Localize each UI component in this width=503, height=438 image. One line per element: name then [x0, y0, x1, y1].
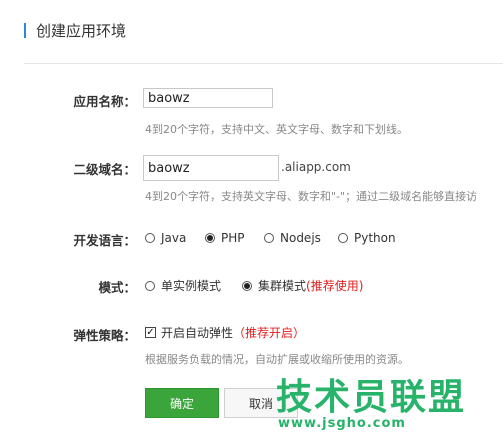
recommend-note: (推荐使用) — [306, 279, 364, 293]
watermark-title: 技术员联盟 — [276, 377, 467, 418]
radio-icon — [264, 233, 274, 243]
recommend-note: （推荐开启） — [233, 326, 306, 340]
language-label: 开发语言： — [73, 233, 136, 248]
radio-icon — [145, 280, 155, 291]
page-title: 创建应用环境 — [36, 22, 127, 40]
language-option-php[interactable]: PHP — [205, 231, 245, 245]
header-divider — [24, 63, 503, 64]
confirm-button[interactable]: 确定 — [145, 388, 219, 418]
title-accent-bar — [24, 23, 26, 38]
checkbox-checked-icon: ✓ — [145, 326, 156, 338]
mode-option-cluster[interactable]: 集群模式 (推荐使用) — [242, 277, 363, 294]
page-header: 创建应用环境 — [0, 0, 503, 64]
language-option-python[interactable]: Python — [338, 231, 396, 245]
elastic-hint: 根据服务负载的情况，自动扩展或收缩所使用的资源。 — [145, 353, 409, 366]
mode-label: 模式： — [98, 280, 136, 295]
radio-icon — [145, 233, 155, 243]
subdomain-hint: 4到20个字符，支持英文字母、数字和"-"；通过二级域名能够直接访 — [145, 190, 478, 203]
radio-selected-icon — [242, 280, 252, 291]
watermark: 技术员联盟 www.jsgho.com — [276, 366, 503, 438]
app-name-label: 应用名称： — [73, 94, 136, 109]
radio-selected-icon — [205, 233, 215, 243]
mode-option-single[interactable]: 单实例模式 — [145, 277, 221, 294]
radio-icon — [338, 233, 348, 243]
elastic-label: 弹性策略： — [73, 328, 136, 343]
subdomain-label: 二级域名： — [73, 162, 136, 177]
subdomain-suffix: .aliapp.com — [281, 160, 351, 174]
language-option-nodejs[interactable]: Nodejs — [264, 231, 321, 245]
auto-elastic-checkbox[interactable]: ✓ 开启自动弹性 （推荐开启） — [145, 324, 305, 341]
language-option-java[interactable]: Java — [145, 231, 186, 245]
app-name-hint: 4到20个字符，支持中文、英文字母、数字和下划线。 — [145, 123, 408, 136]
watermark-url: www.jsgho.com — [278, 416, 406, 431]
subdomain-input[interactable] — [143, 155, 279, 181]
app-name-input[interactable] — [143, 88, 273, 108]
